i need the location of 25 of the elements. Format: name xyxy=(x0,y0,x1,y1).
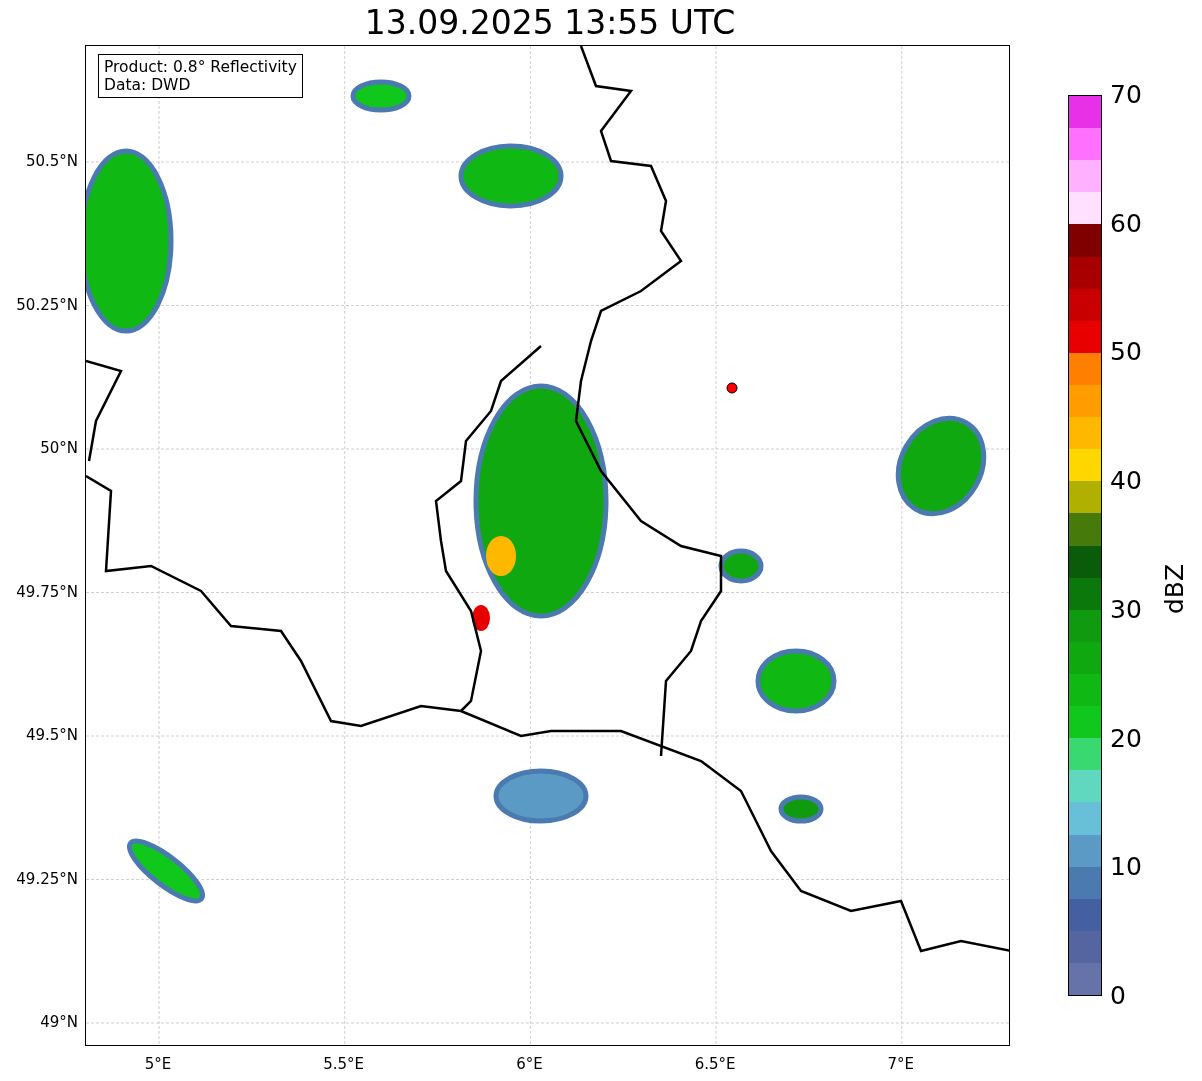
latitude-label: 49.25°N xyxy=(15,869,78,888)
latitude-label: 50.25°N xyxy=(15,295,78,314)
latitude-label: 50.5°N xyxy=(24,152,78,170)
colorbar-tick-label: 10 xyxy=(1110,853,1142,882)
longitude-label: 5.5°E xyxy=(322,1055,366,1073)
latitude-label: 50°N xyxy=(39,439,78,457)
colorbar-tick-label: 30 xyxy=(1110,595,1142,624)
latitude-label: 49°N xyxy=(39,1013,78,1031)
colorbar-tick-label: 20 xyxy=(1110,724,1142,753)
chart-title: 13.09.2025 13:55 UTC xyxy=(364,3,736,43)
colorbar-tick-label: 50 xyxy=(1110,338,1142,367)
info-text: Product: 0.8° Reflectivity xyxy=(104,58,297,76)
colorbar-tick-label: 60 xyxy=(1110,209,1142,238)
info-text: Data: DWD xyxy=(104,76,192,94)
colorbar-label: dBZ xyxy=(1161,563,1190,615)
longitude-label: 6°E xyxy=(515,1055,544,1073)
latitude-label: 49.5°N xyxy=(24,726,78,744)
colorbar-tick-label: 70 xyxy=(1110,81,1142,109)
longitude-label: 5°E xyxy=(143,1055,173,1073)
colorbar-tick-label: 40 xyxy=(1110,467,1142,496)
latitude-label: 49.75°N xyxy=(15,582,78,601)
location-marker-icon xyxy=(726,382,738,394)
longitude-label: 6.5°E xyxy=(693,1055,737,1073)
colorbar-tick-label: 0 xyxy=(1110,982,1126,1010)
longitude-label: 7°E xyxy=(886,1055,916,1073)
